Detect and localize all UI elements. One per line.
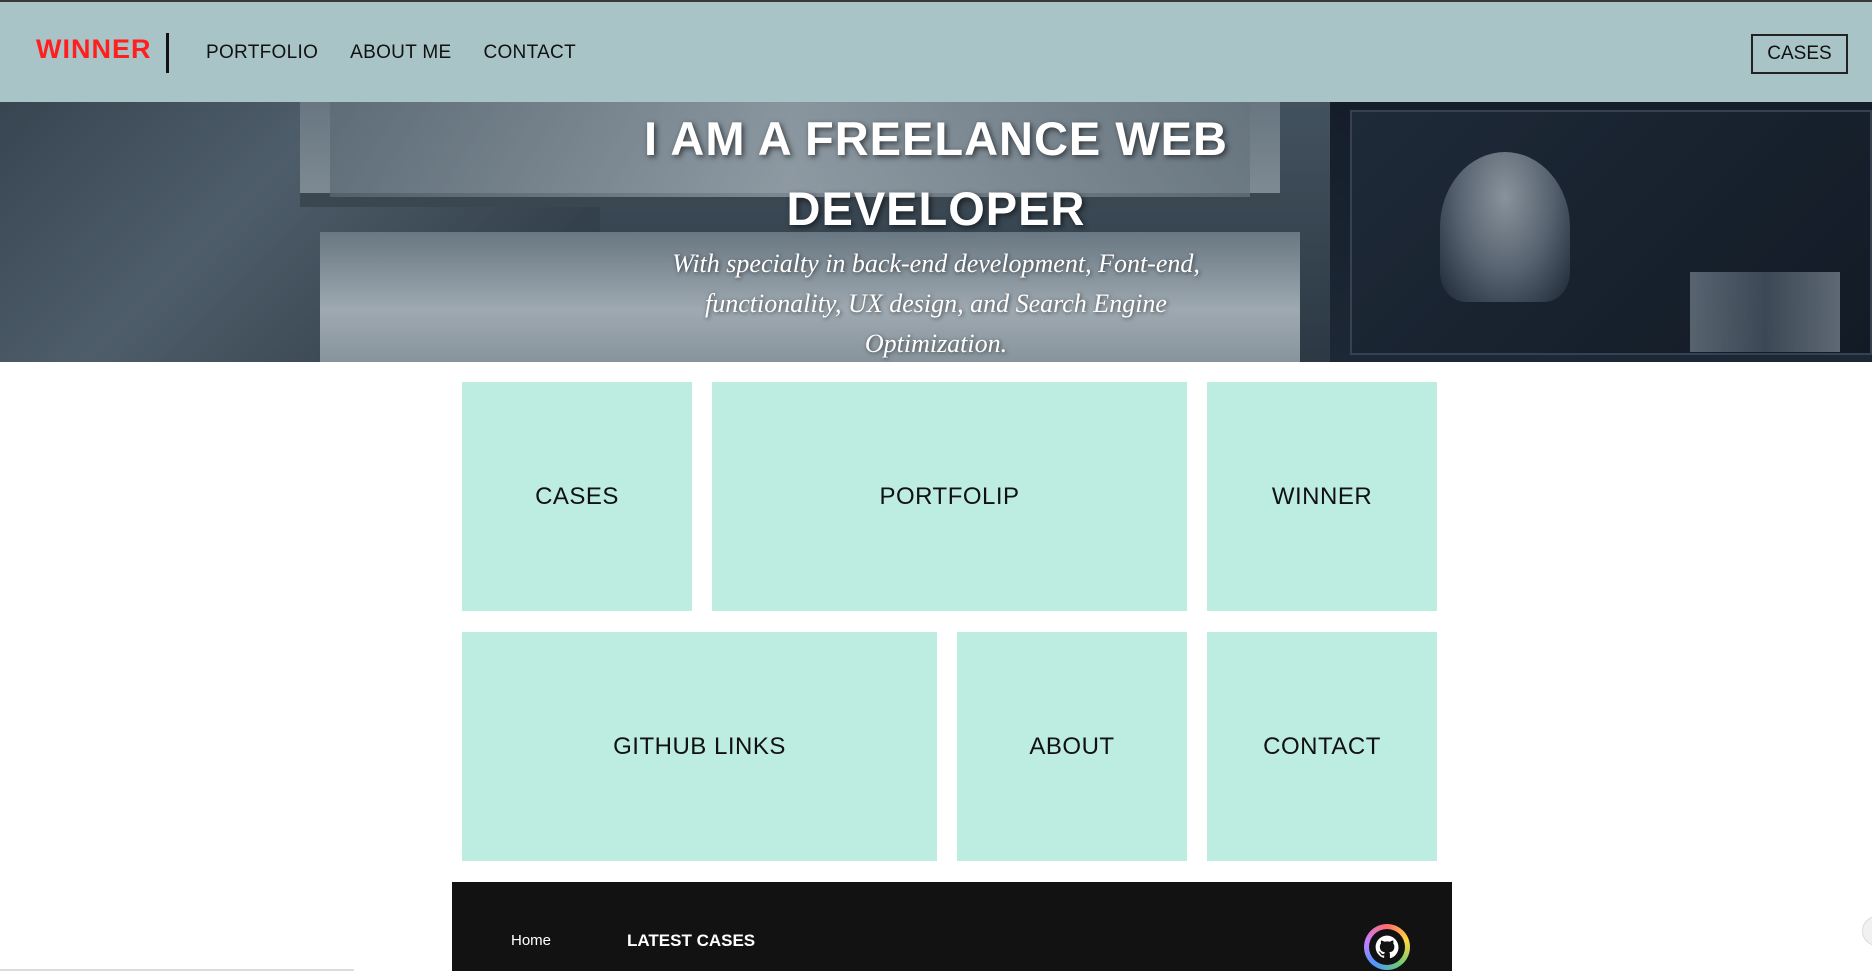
nav-link-about-me[interactable]: ABOUT ME <box>350 42 451 64</box>
main-nav: PORTFOLIO ABOUT ME CONTACT <box>206 42 576 64</box>
hero-title-line-2: DEVELOPER <box>786 182 1086 235</box>
github-octocat-icon <box>1375 935 1399 959</box>
nav-link-contact[interactable]: CONTACT <box>483 42 576 64</box>
github-icon-inner <box>1369 929 1405 965</box>
tile-about[interactable]: ABOUT <box>957 632 1187 861</box>
tile-contact[interactable]: CONTACT <box>1207 632 1437 861</box>
tile-portfolio[interactable]: PORTFOLIP <box>712 382 1187 611</box>
hero-title: I AM A FREELANCE WEB DEVELOPER <box>586 104 1286 244</box>
footer-home-link[interactable]: Home <box>511 932 551 949</box>
corner-widget[interactable] <box>1862 916 1872 946</box>
logo-link[interactable]: WINNER <box>36 34 152 65</box>
footer: Home LATEST CASES <box>452 882 1452 971</box>
cases-button[interactable]: CASES <box>1751 34 1848 74</box>
footer-latest-cases[interactable]: LATEST CASES <box>627 931 755 951</box>
github-icon[interactable] <box>1364 924 1410 970</box>
logo-divider <box>166 33 169 73</box>
hero-title-line-1: I AM A FREELANCE WEB <box>644 112 1228 165</box>
hero-subtitle: With specialty in back-end development, … <box>672 249 1200 358</box>
nav-link-portfolio[interactable]: PORTFOLIO <box>206 42 318 64</box>
top-navbar: WINNER PORTFOLIO ABOUT ME CONTACT CASES <box>0 0 1872 102</box>
tile-github-links[interactable]: GITHUB LINKS <box>462 632 937 861</box>
tile-winner[interactable]: WINNER <box>1207 382 1437 611</box>
tile-cases[interactable]: CASES <box>462 382 692 611</box>
